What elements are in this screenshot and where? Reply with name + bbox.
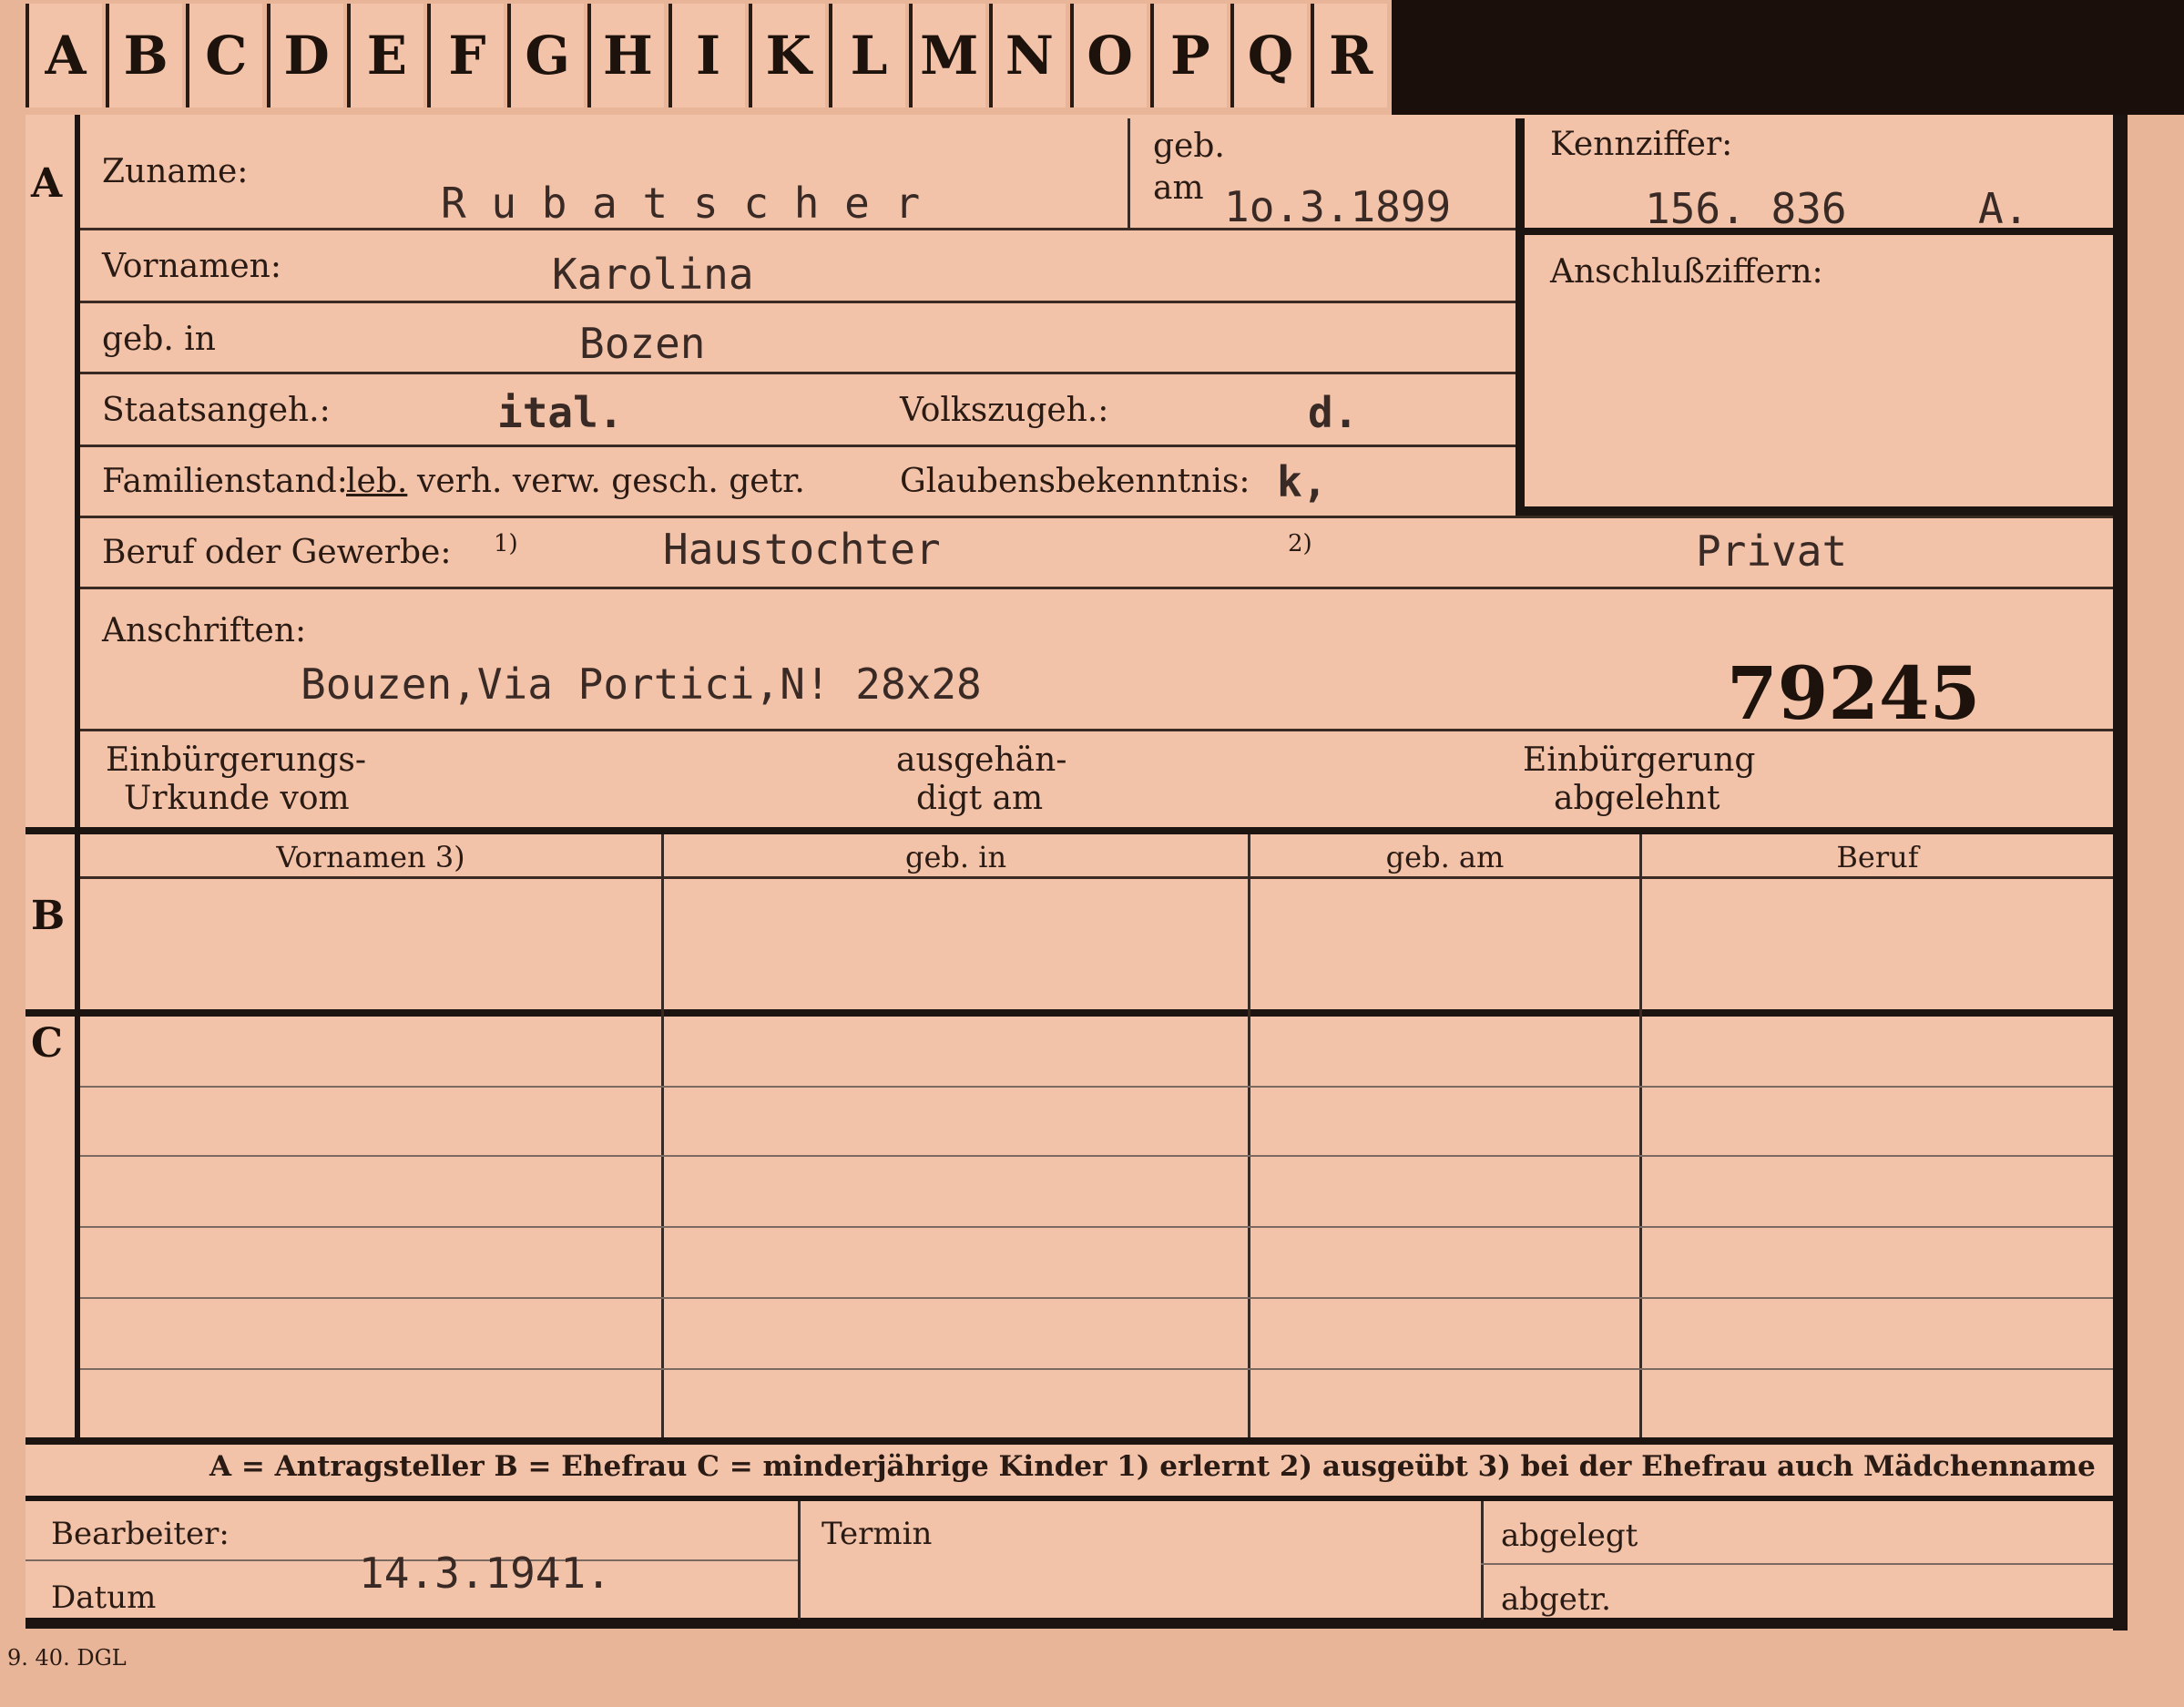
label-einb-urkunde-1: Einbürgerungs- — [106, 741, 367, 779]
table-col-line — [661, 834, 664, 1437]
section-separator — [26, 1009, 2113, 1017]
label-am: am — [1153, 169, 1204, 207]
letter-tab: N — [989, 4, 1066, 107]
col-header-geb-in: geb. in — [904, 840, 1007, 874]
value-glaubensbekenntnis: k, — [1277, 457, 1328, 506]
letter-tab: D — [266, 4, 343, 107]
section-mark-c: C — [31, 1020, 64, 1067]
col-header-beruf: Beruf — [1836, 840, 1919, 874]
label-familienstand: Familienstand: — [102, 463, 348, 500]
letter-tab: I — [668, 4, 745, 107]
letter-tab: K — [748, 4, 825, 107]
value-zuname: R u b a t s c h e r — [441, 179, 921, 228]
letter-tab: E — [346, 4, 424, 107]
footnote-1: 1) — [494, 530, 518, 557]
letter-tab: P — [1149, 4, 1227, 107]
value-volkszugeh: d. — [1308, 388, 1359, 437]
letter-tab: B — [106, 4, 183, 107]
row-line — [80, 301, 1516, 303]
label-staatsangeh: Staatsangeh.: — [102, 392, 331, 429]
letter-tab: F — [427, 4, 504, 107]
row-line — [80, 587, 2113, 589]
left-margin-border — [75, 115, 80, 1439]
value-vornamen: Karolina — [552, 250, 754, 299]
top-dark-background — [1392, 0, 2184, 115]
letter-tab: L — [829, 4, 905, 107]
value-kennziffer: 156. 836 — [1645, 184, 1847, 233]
label-anschriften: Anschriften: — [102, 612, 307, 649]
value-staatsangeh: ital. — [497, 388, 624, 437]
section-mark-a: A — [31, 160, 63, 207]
footer-col-line — [1481, 1501, 1484, 1620]
label-zuname: Zuname: — [102, 153, 249, 190]
familienstand-options: verh. verw. gesch. getr. — [417, 463, 805, 500]
section-separator — [26, 827, 2113, 834]
label-anschlussziffern: Anschlußziffern: — [1550, 253, 1823, 291]
label-einb-abgelehnt-2: abgelehnt — [1554, 780, 1720, 817]
label-datum: Datum — [51, 1579, 157, 1616]
section-separator — [26, 1437, 2113, 1445]
label-ausgehaen-2: digt am — [916, 780, 1044, 817]
letter-tab: H — [587, 4, 665, 107]
printer-mark: 9. 40. DGL — [7, 1645, 127, 1671]
label-kennziffer: Kennziffer: — [1550, 126, 1733, 163]
kennziffer-box-border — [1516, 506, 2113, 516]
label-glaubensbekenntnis: Glaubensbekenntnis: — [900, 463, 1250, 500]
value-kennziffer-suffix: A. — [1978, 184, 2029, 233]
footnote-2: 2) — [1288, 530, 1312, 557]
label-ausgehaen-1: ausgehän- — [896, 741, 1067, 779]
value-beruf-erlernt: Haustochter — [663, 525, 941, 574]
value-datum: 14.3.1941. — [359, 1549, 611, 1598]
letter-tab: A — [26, 4, 102, 107]
stamp-number: 79245 — [1727, 650, 1981, 736]
footer-col-line — [798, 1501, 801, 1620]
table-row-line — [80, 1368, 2113, 1370]
section-mark-b: B — [31, 893, 66, 939]
label-geb: geb. — [1153, 128, 1225, 165]
table-col-line — [1248, 834, 1250, 1437]
table-col-line — [1639, 834, 1642, 1437]
table-row-line — [80, 1297, 2113, 1299]
legend: A = Antragsteller B = Ehefrau C = minder… — [209, 1450, 2096, 1483]
card-right-border — [2113, 115, 2128, 1630]
col-header-geb-am: geb. am — [1385, 840, 1505, 874]
kennziffer-box-border — [1516, 118, 1525, 516]
footer-row-line — [1481, 1563, 2113, 1565]
section-separator — [26, 1496, 2113, 1501]
row-line — [80, 372, 1516, 374]
table-header-line — [80, 876, 2113, 879]
card-bottom-border — [26, 1618, 2128, 1629]
label-vornamen: Vornamen: — [102, 248, 281, 285]
value-anschrift: Bouzen,Via Portici,N! 28x28 — [301, 659, 982, 709]
table-row-line — [80, 1226, 2113, 1228]
letter-tab: R — [1311, 4, 1388, 107]
row-line — [80, 516, 2113, 518]
label-bearbeiter: Bearbeiter: — [51, 1516, 230, 1552]
table-row-line — [80, 1086, 2113, 1088]
letter-tab: G — [507, 4, 585, 107]
letter-tab: Q — [1230, 4, 1307, 107]
label-geb-in: geb. in — [102, 321, 216, 358]
letter-tab: O — [1069, 4, 1147, 107]
value-beruf-ausgeuebt: Privat — [1696, 526, 1848, 576]
row-line — [80, 445, 1516, 447]
label-einb-urkunde-2: Urkunde vom — [124, 780, 350, 817]
label-abgelegt: abgelegt — [1501, 1518, 1638, 1554]
letter-tab: M — [909, 4, 986, 107]
value-geb-in: Bozen — [579, 319, 706, 368]
label-beruf: Beruf oder Gewerbe: — [102, 534, 452, 571]
letter-tab: C — [186, 4, 263, 107]
col-header-vornamen: Vornamen 3) — [276, 840, 465, 874]
col-line — [1128, 118, 1130, 228]
label-termin: Termin — [822, 1516, 933, 1552]
value-familienstand-selected: leb. — [346, 463, 408, 500]
label-volkszugeh: Volkszugeh.: — [900, 392, 1109, 429]
table-row-line — [80, 1155, 2113, 1157]
value-geb-am: 1o.3.1899 — [1224, 182, 1452, 231]
label-einb-abgelehnt-1: Einbürgerung — [1523, 741, 1756, 779]
label-abgetr: abgetr. — [1501, 1581, 1611, 1618]
